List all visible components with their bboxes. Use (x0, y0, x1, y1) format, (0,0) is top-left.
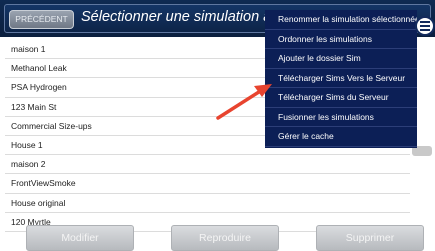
red-arrow-annotation (216, 84, 272, 120)
